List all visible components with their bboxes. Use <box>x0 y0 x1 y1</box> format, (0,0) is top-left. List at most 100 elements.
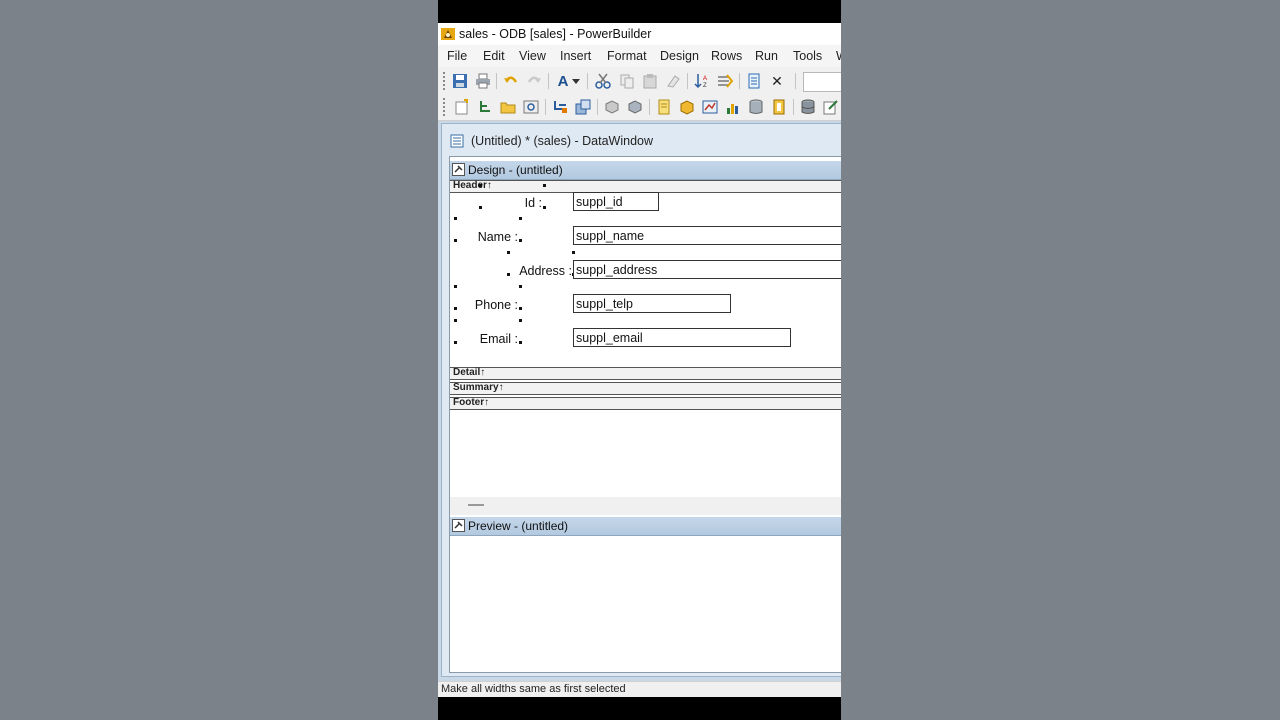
label-phone[interactable]: Phone : <box>454 298 518 312</box>
query-icon[interactable] <box>603 98 621 116</box>
menu-file[interactable]: File <box>447 49 467 63</box>
summary-band[interactable]: Summary↑ <box>450 382 841 395</box>
print-icon[interactable] <box>474 72 492 90</box>
detail-band-label: Detail↑ <box>453 367 486 378</box>
toolbar-grip[interactable] <box>443 72 445 90</box>
design-pane-titlebar[interactable]: Design - (untitled) <box>450 161 841 180</box>
notes-icon[interactable] <box>655 98 673 116</box>
column-suppl-address[interactable]: suppl_address <box>573 260 841 279</box>
selection-handle[interactable] <box>519 239 522 242</box>
svg-text:Z: Z <box>703 83 707 89</box>
status-text: Make all widths same as first selected <box>441 683 626 695</box>
undo-icon[interactable] <box>502 72 520 90</box>
main-toolbar <box>438 94 841 121</box>
selection-handle[interactable] <box>454 217 457 220</box>
toolbar-separator <box>548 73 549 89</box>
selection-handle[interactable] <box>543 206 546 209</box>
menu-format[interactable]: Format <box>607 49 647 63</box>
menu-design[interactable]: Design <box>660 49 699 63</box>
design-canvas[interactable]: Header↑ Id : Name : Address : Phone : Em… <box>450 180 841 497</box>
selection-handle[interactable] <box>454 285 457 288</box>
script-icon[interactable] <box>745 72 763 90</box>
label-name[interactable]: Name : <box>454 230 518 244</box>
report-icon[interactable] <box>701 98 719 116</box>
clear-icon[interactable] <box>664 72 682 90</box>
painter-views: Design - (untitled) Header↑ Id : Name : … <box>449 156 841 673</box>
pin-icon[interactable] <box>452 163 465 176</box>
selection-handle[interactable] <box>507 273 510 276</box>
label-address[interactable]: Address : <box>508 264 572 278</box>
redo-icon[interactable] <box>525 72 543 90</box>
menu-rows[interactable]: Rows <box>711 49 742 63</box>
copy-icon[interactable] <box>618 72 636 90</box>
selection-handle[interactable] <box>454 319 457 322</box>
selection-handle[interactable] <box>519 217 522 220</box>
dropdown-arrow-icon[interactable] <box>571 72 581 90</box>
toolbar-grip[interactable] <box>443 98 445 116</box>
selection-handle[interactable] <box>519 319 522 322</box>
powerbuilder-window: sales - ODB [sales] - PowerBuilder File … <box>438 23 841 697</box>
preview-icon[interactable] <box>522 98 540 116</box>
menu-run[interactable]: Run <box>755 49 778 63</box>
toolbar-separator <box>597 99 598 115</box>
preview-canvas[interactable] <box>450 536 841 668</box>
font-color-icon[interactable]: A <box>554 72 572 90</box>
library-icon[interactable] <box>770 98 788 116</box>
footer-band[interactable]: Footer↑ <box>450 397 841 410</box>
edit-icon[interactable] <box>822 98 840 116</box>
menu-edit[interactable]: Edit <box>483 49 505 63</box>
selection-handle[interactable] <box>519 307 522 310</box>
sort-icon[interactable]: AZ <box>693 72 711 90</box>
new-icon[interactable] <box>453 98 471 116</box>
selection-handle[interactable] <box>543 184 546 187</box>
selection-handle[interactable] <box>572 251 575 254</box>
filter-icon[interactable] <box>716 72 734 90</box>
selection-handle[interactable] <box>519 285 522 288</box>
pane-splitter[interactable] <box>450 497 841 515</box>
cut-icon[interactable] <box>594 72 612 90</box>
summary-band-label: Summary↑ <box>453 382 504 393</box>
label-id[interactable]: Id : <box>510 196 542 210</box>
database-stack-icon[interactable] <box>799 98 817 116</box>
open-icon[interactable] <box>499 98 517 116</box>
save-icon[interactable] <box>451 72 469 90</box>
menu-tools[interactable]: Tools <box>793 49 822 63</box>
paste-icon[interactable] <box>641 72 659 90</box>
selection-handle[interactable] <box>454 239 457 242</box>
mdi-client-area: (Untitled) * (sales) - DataWindow Design… <box>438 121 841 681</box>
splitter-grip[interactable] <box>468 504 484 506</box>
pin-icon[interactable] <box>452 519 465 532</box>
menu-window[interactable]: W <box>836 49 841 63</box>
selection-handle[interactable] <box>454 341 457 344</box>
selection-handle[interactable] <box>519 341 522 344</box>
column-suppl-telp[interactable]: suppl_telp <box>573 294 731 313</box>
package-icon[interactable] <box>678 98 696 116</box>
column-suppl-id[interactable]: suppl_id <box>573 192 659 211</box>
layout-icon[interactable] <box>551 98 569 116</box>
toolbar-separator <box>795 73 796 89</box>
label-email[interactable]: Email : <box>454 332 518 346</box>
selection-handle[interactable] <box>507 251 510 254</box>
tree-icon[interactable] <box>574 98 592 116</box>
database-icon[interactable] <box>747 98 765 116</box>
header-band-label: Header↑ <box>453 180 492 191</box>
toolbar-separator <box>496 73 497 89</box>
datawindow-icon <box>450 134 464 148</box>
close-icon[interactable]: ✕ <box>768 72 786 90</box>
toolbar-input-box[interactable] <box>803 72 841 92</box>
column-suppl-email[interactable]: suppl_email <box>573 328 791 347</box>
selection-handle[interactable] <box>479 184 482 187</box>
column-suppl-name[interactable]: suppl_name <box>573 226 841 245</box>
toolbar-separator <box>739 73 740 89</box>
toolbar-separator <box>545 99 546 115</box>
selection-handle[interactable] <box>479 206 482 209</box>
selection-handle[interactable] <box>454 307 457 310</box>
detail-band[interactable]: Detail↑ <box>450 367 841 380</box>
menu-view[interactable]: View <box>519 49 546 63</box>
cube-icon[interactable] <box>626 98 644 116</box>
inherit-icon[interactable] <box>476 98 494 116</box>
menu-insert[interactable]: Insert <box>560 49 591 63</box>
toolbar-separator <box>793 99 794 115</box>
graph-icon[interactable] <box>724 98 742 116</box>
preview-pane-titlebar[interactable]: Preview - (untitled) <box>450 517 841 536</box>
